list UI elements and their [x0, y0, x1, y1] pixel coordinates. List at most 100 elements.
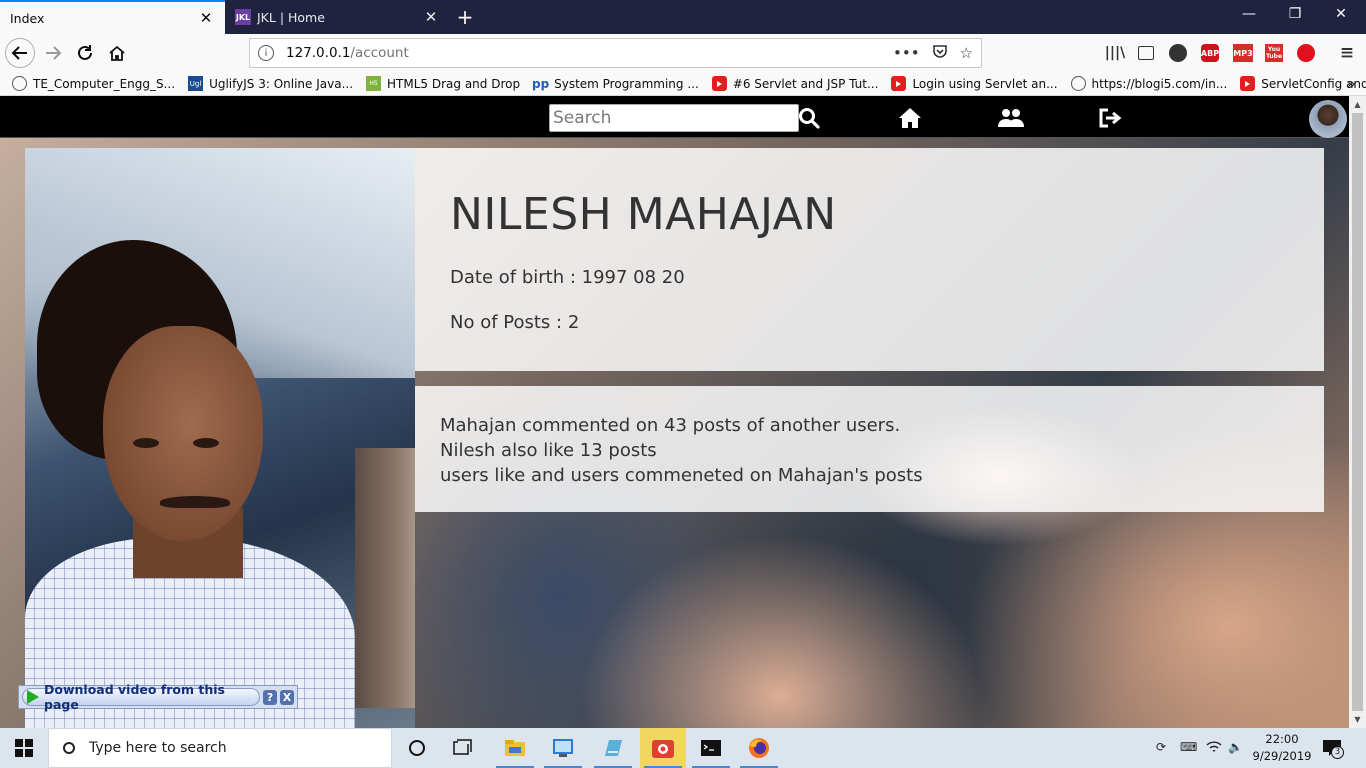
- scroll-up-icon[interactable]: ▲: [1349, 96, 1366, 113]
- arrow-right-icon: [46, 46, 62, 60]
- scroll-down-icon[interactable]: ▼: [1349, 711, 1366, 728]
- adblock-icon[interactable]: ABP: [1201, 44, 1219, 62]
- start-button[interactable]: [0, 728, 48, 768]
- profile-info-panel: NILESH MAHAJAN Date of birth : 1997 08 2…: [415, 148, 1324, 371]
- bookmarks-bar: TE_Computer_Engg_S... Ugl UglifyJS 3: Onl…: [0, 72, 1366, 96]
- help-icon[interactable]: ?: [262, 689, 277, 705]
- download-video-widget: Download video from this page ? X: [18, 682, 298, 712]
- youtube-extension-icon[interactable]: You Tube: [1265, 44, 1283, 62]
- play-icon: [27, 690, 39, 704]
- screen-recorder-icon[interactable]: [640, 728, 686, 768]
- close-icon[interactable]: X: [279, 689, 294, 705]
- clock[interactable]: 22:00 9/29/2019: [1250, 731, 1314, 765]
- address-bar[interactable]: i 127.0.0.1/account ••• ☆: [249, 38, 982, 68]
- menu-icon[interactable]: ≡: [1338, 43, 1356, 63]
- editor-icon[interactable]: [590, 728, 636, 768]
- youtube-icon: [1240, 76, 1256, 91]
- site-info-icon[interactable]: i: [258, 45, 274, 61]
- browser-toolbar: i 127.0.0.1/account ••• ☆ |||\ ABP MP3 Y…: [0, 34, 1366, 72]
- pp-icon: pp: [532, 76, 550, 91]
- firefox-icon[interactable]: [736, 728, 782, 768]
- activity-line: Nilesh also like 13 posts: [440, 440, 657, 461]
- taskbar-search-box[interactable]: Type here to search: [48, 728, 392, 768]
- new-tab-button[interactable]: +: [452, 5, 478, 29]
- tab-title: JKL | Home: [257, 9, 325, 25]
- control-panel-icon[interactable]: [540, 728, 586, 768]
- download-video-label: Download video from this page: [44, 682, 225, 712]
- search-icon[interactable]: [795, 105, 823, 131]
- bookmark-item[interactable]: pp System Programming ...: [532, 76, 699, 91]
- file-explorer-icon[interactable]: [492, 728, 538, 768]
- jkl-favicon-icon: JKL: [235, 9, 251, 25]
- taskbar-search-placeholder: Type here to search: [89, 740, 227, 756]
- url-path: /account: [350, 45, 409, 61]
- profile-name: NILESH MAHAJAN: [450, 189, 837, 240]
- youtube-icon: [711, 76, 727, 91]
- logout-icon[interactable]: [1096, 105, 1124, 131]
- bookmark-item[interactable]: https://blogi5.com/in...: [1070, 76, 1227, 91]
- search-icon: [63, 742, 75, 754]
- hand-extension-icon[interactable]: [1297, 44, 1315, 62]
- profile-photo: [25, 148, 415, 728]
- tab-jkl-home[interactable]: JKL JKL | Home ✕: [225, 0, 450, 34]
- tab-index[interactable]: Index ✕: [0, 0, 225, 34]
- account-icon[interactable]: [1169, 44, 1187, 62]
- scrollbar-thumb[interactable]: [1352, 113, 1363, 711]
- date-of-birth: Date of birth : 1997 08 20: [450, 267, 685, 288]
- globe-icon: [12, 76, 27, 91]
- task-view-icon[interactable]: [440, 728, 486, 768]
- bookmarks-overflow-icon[interactable]: »: [1346, 74, 1356, 93]
- sidebar-icon[interactable]: [1138, 46, 1154, 60]
- tab-title: Index: [10, 10, 45, 26]
- mp3-extension-icon[interactable]: MP3: [1233, 44, 1253, 62]
- avatar[interactable]: [1309, 100, 1347, 138]
- download-video-button[interactable]: Download video from this page: [22, 682, 260, 712]
- tab-close-icon[interactable]: ✕: [422, 8, 440, 26]
- tab-close-icon[interactable]: ✕: [197, 9, 215, 27]
- bookmark-item[interactable]: #6 Servlet and JSP Tut...: [711, 76, 878, 91]
- terminal-icon[interactable]: [688, 728, 734, 768]
- home-button[interactable]: [102, 38, 132, 68]
- html5-icon: H5: [366, 76, 382, 91]
- site-navbar: [0, 96, 1349, 138]
- close-window-icon[interactable]: ✕: [1318, 6, 1364, 22]
- pocket-icon[interactable]: [932, 43, 948, 63]
- bookmark-item[interactable]: Login using Servlet an...: [891, 76, 1058, 91]
- users-icon[interactable]: [997, 105, 1025, 131]
- page-actions-icon[interactable]: •••: [893, 44, 920, 62]
- restore-window-icon[interactable]: ❐: [1272, 6, 1318, 22]
- bookmark-item[interactable]: TE_Computer_Engg_S...: [12, 76, 175, 91]
- activity-line: users like and users commeneted on Mahaj…: [440, 465, 923, 486]
- clock-date: 9/29/2019: [1252, 749, 1312, 763]
- ime-icon[interactable]: ⌨: [1180, 740, 1197, 754]
- url-host: 127.0.0.1: [286, 45, 351, 61]
- windows-icon: [15, 739, 33, 757]
- bookmark-item[interactable]: Ugl UglifyJS 3: Online Java...: [188, 76, 353, 91]
- bookmark-star-icon[interactable]: ☆: [960, 44, 973, 62]
- notification-count: 3: [1331, 746, 1344, 759]
- home-icon: [109, 45, 125, 61]
- vertical-scrollbar[interactable]: ▲ ▼: [1349, 96, 1366, 728]
- wifi-icon[interactable]: [1206, 740, 1222, 757]
- activity-panel: Mahajan commented on 43 posts of another…: [415, 386, 1324, 512]
- cortana-icon[interactable]: [394, 728, 440, 768]
- taskbar: Type here to search ⟳ ⌨ 🔈 22:00 9/29/201…: [0, 728, 1366, 768]
- activity-line: Mahajan commented on 43 posts of another…: [440, 415, 901, 436]
- arrow-left-icon: [11, 46, 27, 60]
- notification-center-icon[interactable]: 3: [1322, 738, 1344, 760]
- reload-button[interactable]: [70, 38, 100, 68]
- page-viewport: NILESH MAHAJAN Date of birth : 1997 08 2…: [0, 96, 1349, 728]
- bookmark-item[interactable]: H5 HTML5 Drag and Drop: [366, 76, 520, 91]
- home-icon[interactable]: [896, 105, 924, 131]
- back-button[interactable]: [5, 38, 35, 68]
- forward-button[interactable]: [38, 38, 68, 68]
- clock-time: 22:00: [1265, 732, 1299, 746]
- network-sync-icon[interactable]: ⟳: [1156, 740, 1166, 754]
- uglify-icon: Ugl: [188, 76, 204, 91]
- library-icon[interactable]: |||\: [1105, 44, 1125, 62]
- reload-icon: [78, 45, 92, 60]
- minimize-window-icon[interactable]: —: [1226, 6, 1272, 22]
- post-count: No of Posts : 2: [450, 312, 580, 333]
- volume-icon[interactable]: 🔈: [1228, 740, 1243, 754]
- search-input[interactable]: [549, 104, 799, 132]
